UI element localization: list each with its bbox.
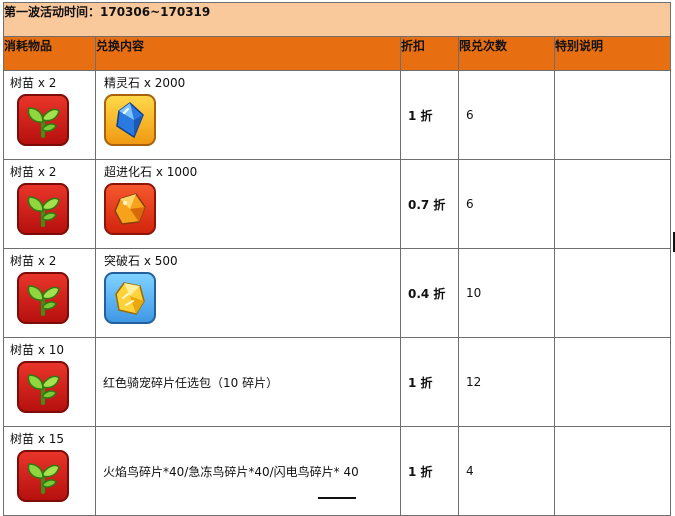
notes-cell <box>554 337 671 427</box>
cost-label: 树苗 x 2 <box>10 165 57 179</box>
title-row: 第一波活动时间：170306~170319 <box>3 2 671 37</box>
discount-value: 0.4 折 <box>400 248 459 338</box>
cost-cell: 树苗 x 15 <box>3 426 96 516</box>
table-row: 树苗 x 2 精灵石 x 2000 1 折 6 <box>3 70 671 160</box>
exchange-page: 第一波活动时间：170306~170319 消耗物品 兑换内容 折扣 限兑次数 … <box>0 0 675 516</box>
content-label: 突破石 x 500 <box>104 254 178 268</box>
content-cell: 火焰鸟碎片*40/急冻鸟碎片*40/闪电鸟碎片* 40 <box>95 426 401 516</box>
header-cost: 消耗物品 <box>3 36 96 71</box>
event-period-title: 第一波活动时间：170306~170319 <box>3 2 671 37</box>
sapling-icon <box>17 450 69 502</box>
breakthrough-stone-icon <box>104 272 156 324</box>
cost-cell: 树苗 x 2 <box>3 159 96 249</box>
spirit-stone-icon <box>104 94 156 146</box>
content-label: 精灵石 x 2000 <box>104 76 186 90</box>
header-discount: 折扣 <box>400 36 459 71</box>
cost-label: 树苗 x 2 <box>10 76 57 90</box>
cost-cell: 树苗 x 2 <box>3 70 96 160</box>
content-cell: 红色骑宠碎片任选包（10 碎片） <box>95 337 401 427</box>
cost-label: 树苗 x 10 <box>10 343 65 357</box>
content-cell: 突破石 x 500 <box>95 248 401 338</box>
exchange-table: 第一波活动时间：170306~170319 消耗物品 兑换内容 折扣 限兑次数 … <box>3 2 671 516</box>
evolution-stone-icon <box>104 183 156 235</box>
header-notes: 特别说明 <box>554 36 671 71</box>
table-row: 树苗 x 10 红色骑宠碎片任选包（10 碎片） 1 折 12 <box>3 337 671 427</box>
content-cell: 超进化石 x 1000 <box>95 159 401 249</box>
sapling-icon <box>17 361 69 413</box>
table-row: 树苗 x 2 突破石 x 500 0.4 折 10 <box>3 248 671 338</box>
notes-cell <box>554 426 671 516</box>
discount-value: 1 折 <box>400 337 459 427</box>
notes-cell <box>554 70 671 160</box>
table-row: 树苗 x 2 超进化石 x 1000 0.7 折 6 <box>3 159 671 249</box>
cost-cell: 树苗 x 2 <box>3 248 96 338</box>
cost-label: 树苗 x 2 <box>10 254 57 268</box>
notes-cell <box>554 159 671 249</box>
table-row: 树苗 x 15 火焰鸟碎片*40/急冻鸟碎片*40/闪电鸟碎片* 40 1 折 … <box>3 426 671 516</box>
sapling-icon <box>17 183 69 235</box>
limit-value: 12 <box>458 337 555 427</box>
discount-value: 1 折 <box>400 426 459 516</box>
cost-label: 树苗 x 15 <box>10 432 65 446</box>
sapling-icon <box>17 94 69 146</box>
limit-value: 6 <box>458 159 555 249</box>
limit-value: 4 <box>458 426 555 516</box>
limit-value: 10 <box>458 248 555 338</box>
notes-cell <box>554 248 671 338</box>
discount-value: 0.7 折 <box>400 159 459 249</box>
content-cell: 精灵石 x 2000 <box>95 70 401 160</box>
discount-value: 1 折 <box>400 70 459 160</box>
sapling-icon <box>17 272 69 324</box>
content-label: 超进化石 x 1000 <box>104 165 198 179</box>
header-content: 兑换内容 <box>95 36 401 71</box>
cost-cell: 树苗 x 10 <box>3 337 96 427</box>
header-limit: 限兑次数 <box>458 36 555 71</box>
header-row: 消耗物品 兑换内容 折扣 限兑次数 特别说明 <box>3 36 671 71</box>
limit-value: 6 <box>458 70 555 160</box>
